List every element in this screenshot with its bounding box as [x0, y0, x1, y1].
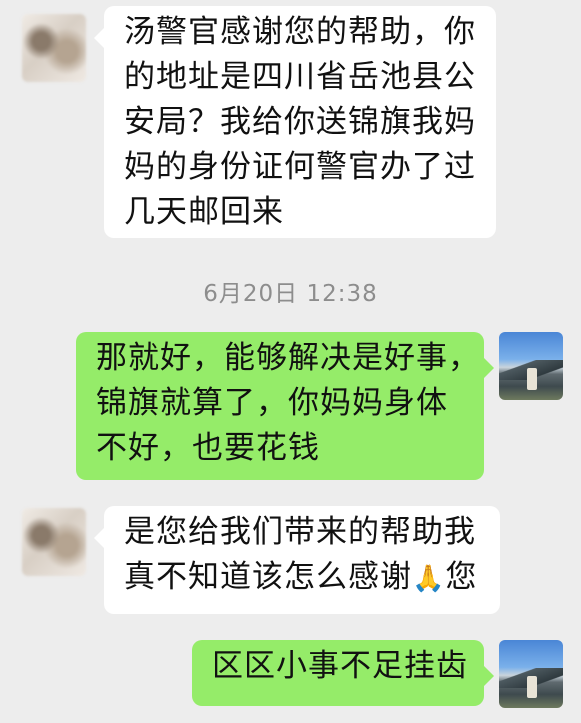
self-avatar[interactable]	[499, 640, 563, 708]
message-text-line: 那就好，能够解决是好事，	[96, 340, 480, 376]
message-bubble-outgoing[interactable]: 那就好，能够解决是好事， 锦旗就算了，你妈妈身体 不好，也要花钱	[76, 332, 494, 480]
message-text-line: 是您给我们带来的帮助我	[124, 514, 476, 550]
message-text-segment: 真不知道该怎么感谢	[124, 559, 412, 595]
self-avatar[interactable]	[499, 332, 563, 400]
message-bubble-incoming[interactable]: 汤警官感谢您的帮助，你 的地址是四川省岳池县公 安局？我给你送锦旗我妈 妈的身份…	[94, 6, 496, 238]
message-timestamp: 6月20日 12:38	[203, 281, 378, 307]
message-text-line: 区区小事不足挂齿	[212, 648, 468, 684]
message-text-line: 锦旗就算了，你妈妈身体	[96, 385, 448, 421]
message-text-line: 妈的身份证何警官办了过	[124, 149, 476, 185]
message-bubble-outgoing[interactable]: 区区小事不足挂齿	[192, 640, 494, 706]
praying-hands-emoji-icon: 🙏	[412, 564, 446, 594]
contact-avatar[interactable]	[22, 508, 86, 576]
contact-avatar[interactable]	[22, 14, 86, 82]
message-text-line: 真不知道该怎么感谢🙏您	[124, 555, 482, 602]
message-text-segment: 您	[445, 559, 478, 595]
message-text-line: 汤警官感谢您的帮助，你	[124, 14, 476, 50]
message-text-line: 安局？我给你送锦旗我妈	[124, 104, 476, 140]
message-text-line: 几天邮回来	[124, 194, 284, 230]
message-bubble-incoming[interactable]: 是您给我们带来的帮助我 真不知道该怎么感谢🙏您	[94, 506, 500, 614]
message-text-line: 的地址是四川省岳池县公	[124, 59, 476, 95]
message-text-line: 不好，也要花钱	[96, 430, 320, 466]
